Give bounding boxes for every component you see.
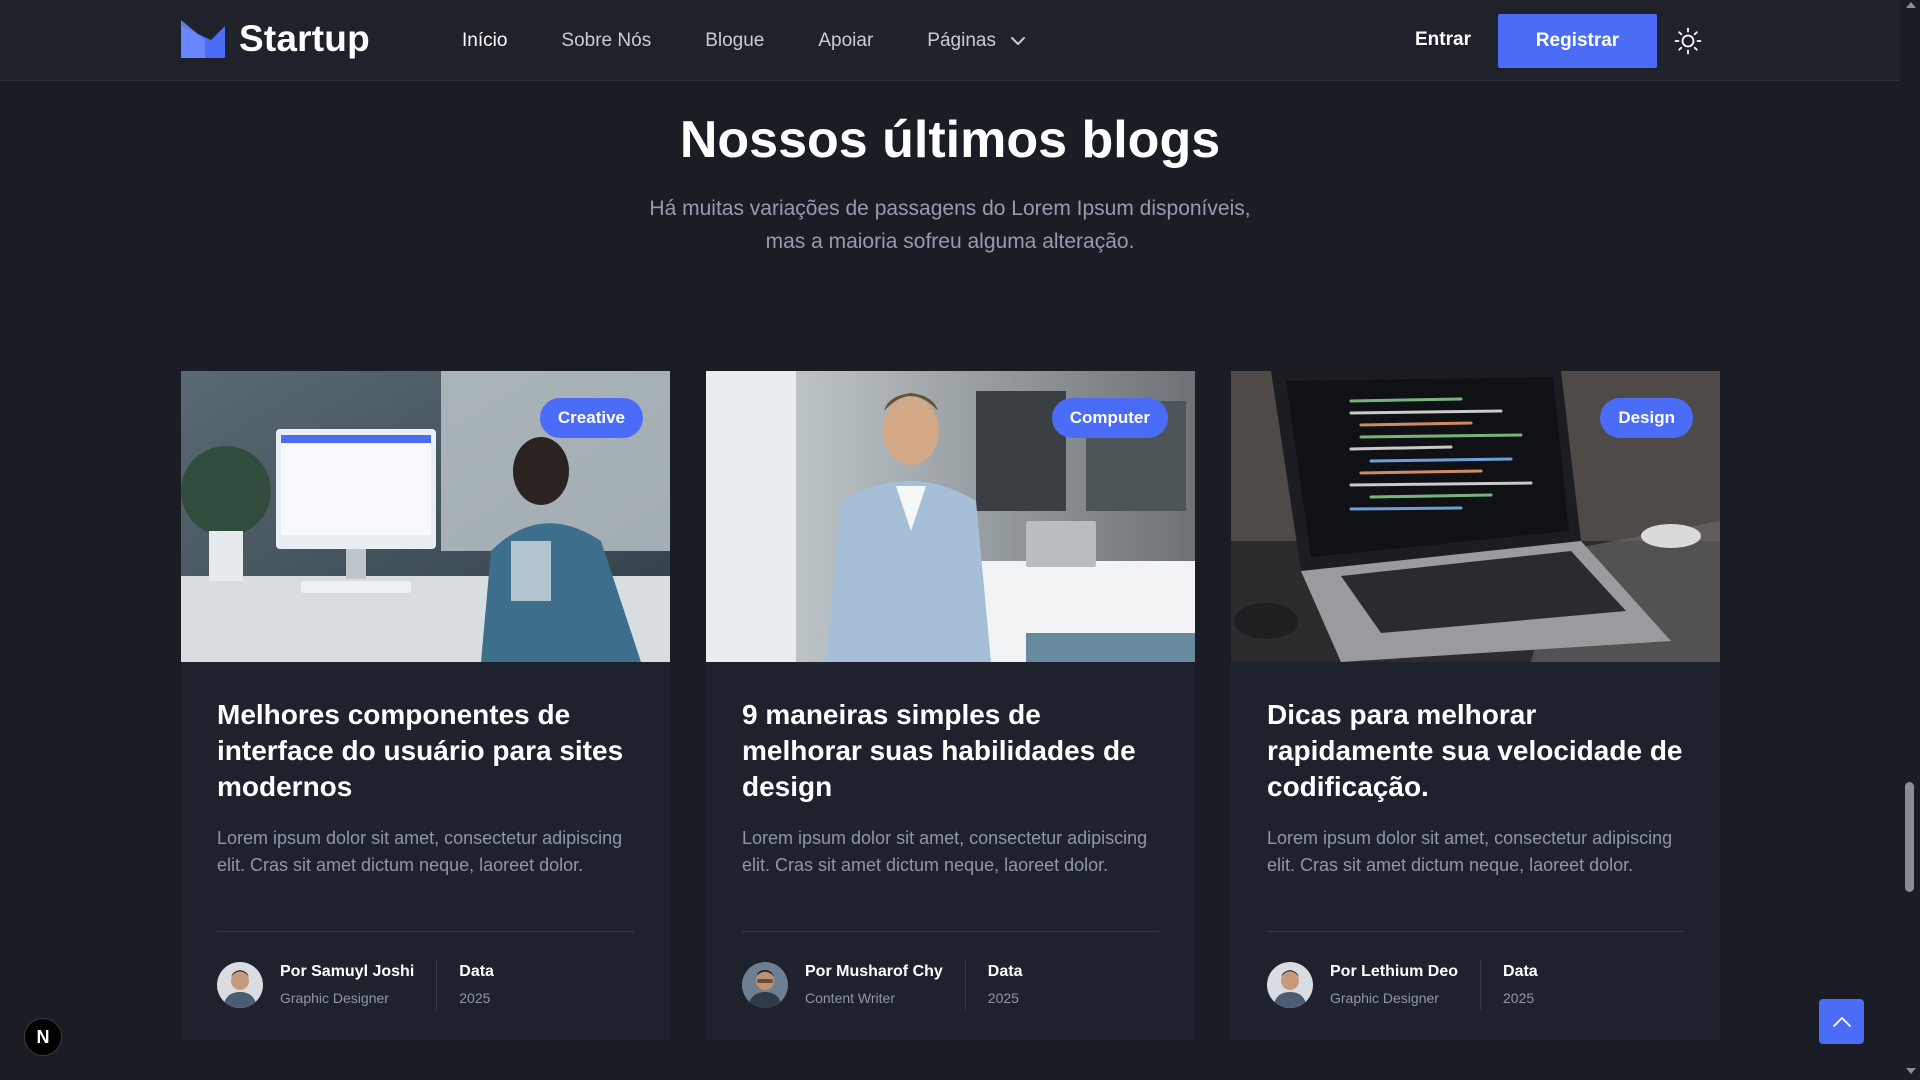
nav-item-blogue[interactable]: Blogue bbox=[705, 30, 764, 52]
blog-card-title[interactable]: Dicas para melhorar rapidamente sua velo… bbox=[1267, 697, 1687, 805]
author-name: Por Musharof Chy bbox=[805, 963, 943, 980]
blog-card-excerpt: Lorem ipsum dolor sit amet, consectetur … bbox=[1267, 828, 1673, 875]
blog-card: Computer 9 maneiras simples de melhorar … bbox=[706, 371, 1195, 1040]
chevron-up-icon bbox=[1832, 1016, 1851, 1027]
brand-logo[interactable]: Startup bbox=[181, 18, 370, 60]
sun-icon[interactable] bbox=[1674, 27, 1702, 55]
author-name: Por Lethium Deo bbox=[1330, 963, 1459, 980]
author-role: Graphic Designer bbox=[280, 990, 389, 1006]
page-scrollbar[interactable] bbox=[1900, 0, 1920, 1080]
author-role: Graphic Designer bbox=[1330, 990, 1439, 1006]
back-to-top-button[interactable] bbox=[1819, 999, 1864, 1044]
card-divider bbox=[742, 931, 1159, 932]
nav-item-paginas[interactable]: Páginas bbox=[927, 30, 1026, 52]
date-info: Data 2025 bbox=[459, 960, 494, 1006]
author-role: Content Writer bbox=[805, 990, 895, 1006]
login-link[interactable]: Entrar bbox=[1415, 29, 1471, 51]
register-button[interactable]: Registrar bbox=[1498, 14, 1657, 68]
blog-card-image[interactable]: Creative bbox=[181, 371, 670, 662]
nav-item-inicio[interactable]: Início bbox=[462, 30, 507, 52]
author-block: Por Lethium Deo Graphic Designer Data 20… bbox=[1267, 960, 1538, 1010]
scroll-down-arrow-icon[interactable] bbox=[1906, 1068, 1916, 1074]
nav-item-sobre-nos[interactable]: Sobre Nós bbox=[561, 30, 651, 52]
blog-card: Creative Melhores componentes de interfa… bbox=[181, 371, 670, 1040]
date-info: Data 2025 bbox=[988, 960, 1023, 1006]
author-info: Por Musharof Chy Content Writer bbox=[805, 960, 966, 1010]
author-block: Por Samuyl Joshi Graphic Designer Data 2… bbox=[217, 960, 494, 1010]
card-divider bbox=[217, 931, 634, 932]
blog-card-excerpt: Lorem ipsum dolor sit amet, consectetur … bbox=[217, 828, 623, 875]
scrollbar-thumb[interactable] bbox=[1905, 782, 1914, 892]
section-subtitle: Há muitas variações de passagens do Lore… bbox=[620, 192, 1280, 258]
date-label: Data bbox=[987, 963, 1023, 980]
date-value: 2025 bbox=[1503, 990, 1535, 1006]
date-label: Data bbox=[1503, 963, 1538, 980]
scroll-up-arrow-icon[interactable] bbox=[1906, 2, 1916, 8]
nextjs-dev-badge[interactable]: N bbox=[24, 1018, 62, 1056]
date-label: Data bbox=[459, 963, 494, 980]
author-info: Por Samuyl Joshi Graphic Designer bbox=[280, 960, 438, 1010]
category-badge[interactable]: Design bbox=[1600, 398, 1693, 438]
author-avatar bbox=[742, 962, 788, 1008]
section-subtitle-line2: mas a maioria sofreu alguma alteração. bbox=[765, 230, 1135, 253]
category-badge[interactable]: Creative bbox=[539, 398, 643, 438]
author-avatar bbox=[217, 962, 263, 1008]
author-name: Por Samuyl Joshi bbox=[280, 963, 415, 980]
author-block: Por Musharof Chy Content Writer Data 202… bbox=[742, 960, 1022, 1010]
author-info: Por Lethium Deo Graphic Designer bbox=[1330, 960, 1482, 1010]
blog-card: Design Dicas para melhorar rapidamente s… bbox=[1231, 371, 1720, 1040]
blog-card-title[interactable]: 9 maneiras simples de melhorar suas habi… bbox=[742, 697, 1162, 805]
main-nav: Início Sobre Nós Blogue Apoiar Páginas bbox=[462, 0, 1026, 81]
date-value: 2025 bbox=[459, 990, 491, 1006]
nav-item-apoiar[interactable]: Apoiar bbox=[818, 30, 873, 52]
section-title: Nossos últimos blogs bbox=[679, 111, 1221, 169]
brand-name: Startup bbox=[239, 18, 370, 59]
blog-card-image[interactable]: Design bbox=[1231, 371, 1720, 662]
category-badge[interactable]: Computer bbox=[1051, 398, 1168, 438]
blog-card-title[interactable]: Melhores componentes de interface do usu… bbox=[217, 697, 637, 805]
blog-card-image[interactable]: Computer bbox=[706, 371, 1195, 662]
chevron-down-icon bbox=[1010, 36, 1025, 45]
site-header: Startup Início Sobre Nós Blogue Apoiar P… bbox=[0, 0, 1900, 81]
author-avatar bbox=[1267, 962, 1313, 1008]
date-info: Data 2025 bbox=[1503, 960, 1538, 1006]
section-subtitle-line1: Há muitas variações de passagens do Lore… bbox=[649, 197, 1251, 220]
nav-item-paginas-label: Páginas bbox=[927, 29, 996, 51]
date-value: 2025 bbox=[987, 990, 1019, 1006]
blog-card-excerpt: Lorem ipsum dolor sit amet, consectetur … bbox=[742, 828, 1148, 875]
card-divider bbox=[1267, 931, 1684, 932]
logo-mark-icon bbox=[181, 20, 225, 58]
